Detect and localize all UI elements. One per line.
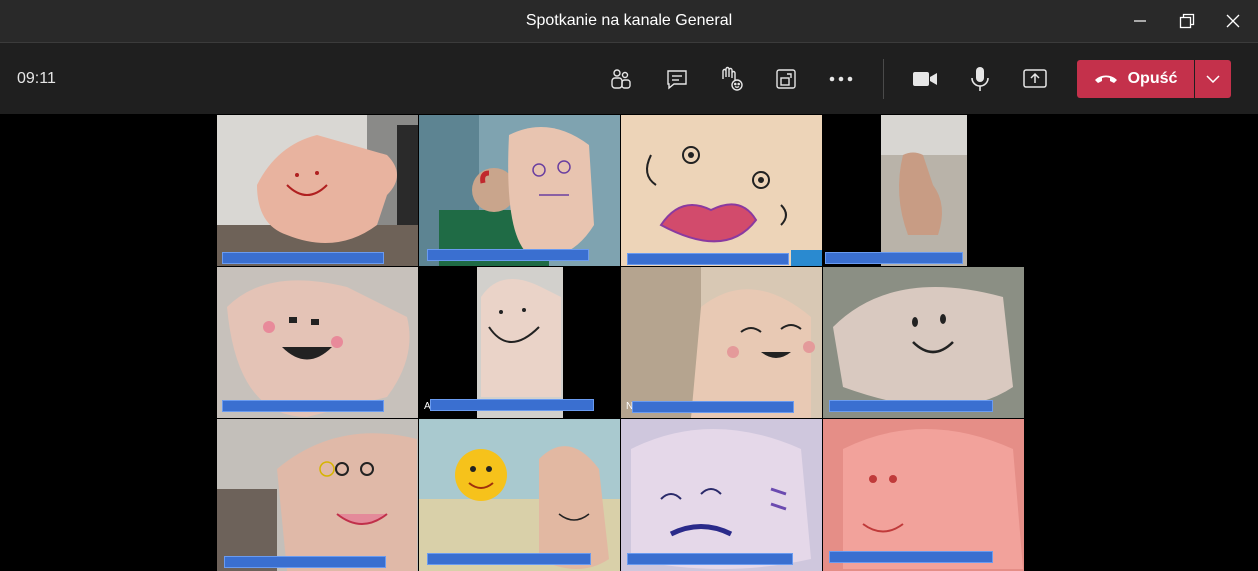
- leave-label: Opuść: [1127, 70, 1178, 87]
- breakout-rooms-icon: [776, 69, 796, 89]
- minimize-icon: [1134, 20, 1146, 22]
- restore-icon: [1179, 13, 1195, 29]
- raise-hand-icon: [722, 66, 743, 91]
- participant-video-tile[interactable]: [217, 267, 418, 418]
- participant-name-bar: [627, 553, 793, 565]
- raise-hand-button[interactable]: [713, 61, 749, 97]
- participant-name-bar: [829, 400, 993, 412]
- minimize-button[interactable]: [1117, 0, 1163, 42]
- participant-video-tile[interactable]: [419, 267, 620, 418]
- participant-name-bar: [427, 553, 591, 565]
- more-options-button[interactable]: [823, 61, 859, 97]
- participant-video-tile[interactable]: [823, 115, 1024, 266]
- leave-button[interactable]: Opuść: [1077, 60, 1194, 98]
- share-screen-button[interactable]: [1017, 61, 1053, 97]
- microphone-icon: [971, 67, 989, 91]
- camera-icon: [913, 72, 937, 86]
- close-icon: [1226, 14, 1240, 28]
- participant-video-tile[interactable]: [217, 115, 418, 266]
- participant-video-tile[interactable]: [419, 419, 620, 571]
- window-title: Spotkanie na kanale General: [525, 12, 733, 29]
- chevron-down-icon: [1206, 75, 1220, 83]
- breakout-rooms-button[interactable]: [768, 61, 804, 97]
- share-screen-icon: [1023, 69, 1047, 88]
- phone-hangup-icon: [1094, 75, 1117, 83]
- participants-button[interactable]: [603, 61, 639, 97]
- participant-video-tile[interactable]: [621, 419, 822, 571]
- participant-name-bar: [627, 253, 789, 265]
- chat-button[interactable]: [659, 61, 695, 97]
- restore-button[interactable]: [1164, 0, 1210, 42]
- leave-options-button[interactable]: [1195, 60, 1231, 98]
- participant-video-tile[interactable]: [419, 115, 620, 266]
- participant-video-tile[interactable]: [823, 419, 1024, 571]
- participant-video-tile[interactable]: [621, 115, 822, 266]
- close-button[interactable]: [1210, 0, 1256, 42]
- participant-name-bar: [222, 252, 384, 264]
- toolbar-separator: [883, 59, 884, 99]
- participant-name-bar: [430, 399, 594, 411]
- participant-name-bar: [427, 249, 589, 261]
- participant-video-tile[interactable]: [823, 267, 1024, 418]
- participant-name-bar: [632, 401, 794, 413]
- microphone-button[interactable]: [962, 61, 998, 97]
- camera-button[interactable]: [907, 61, 943, 97]
- title-bar: Spotkanie na kanale General: [0, 0, 1258, 42]
- participant-name-bar: [224, 556, 386, 568]
- participant-name-bar: [829, 551, 993, 563]
- meeting-timer: 09:11: [17, 70, 56, 87]
- chat-icon: [667, 70, 687, 90]
- participants-icon: [611, 69, 631, 89]
- more-options-icon: [829, 76, 853, 82]
- meeting-toolbar: 09:11 Opuść: [0, 42, 1258, 114]
- participant-video-tile[interactable]: [217, 419, 418, 571]
- participant-name-bar: [222, 400, 384, 412]
- participant-video-tile[interactable]: [621, 267, 822, 418]
- participant-name-bar: [825, 252, 963, 264]
- video-grid: A N: [217, 115, 1025, 571]
